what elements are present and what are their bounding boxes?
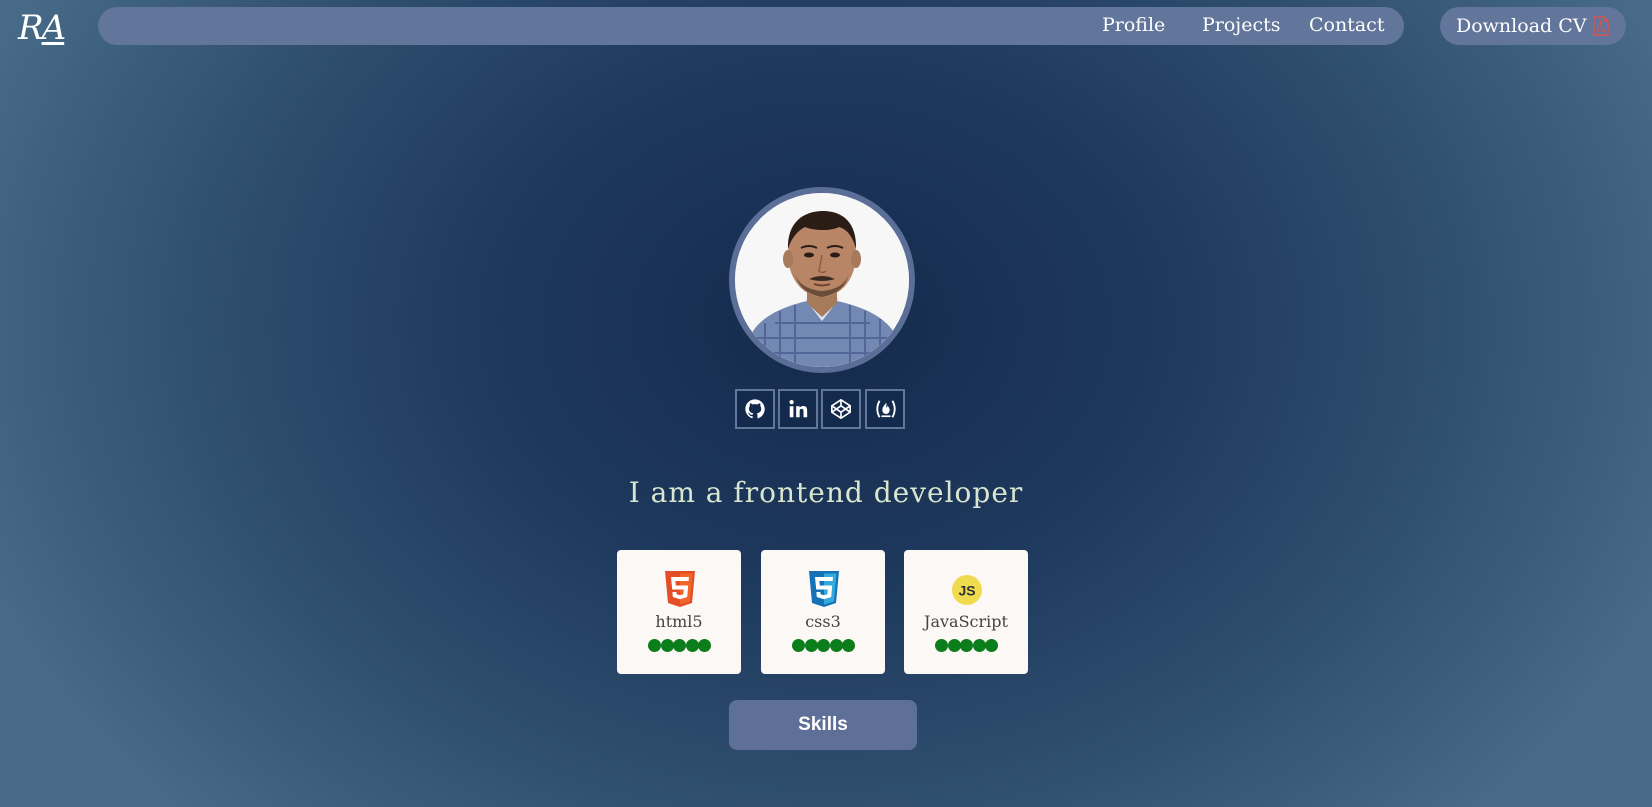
- main-navbar: Profile Projects Contact: [98, 7, 1404, 45]
- rating-dot: [673, 639, 686, 652]
- skill-name: JavaScript: [924, 612, 1008, 631]
- rating-dot: [660, 639, 674, 652]
- skill-rating: [648, 639, 712, 653]
- rating-dot: [685, 639, 699, 652]
- site-logo[interactable]: RA: [18, 6, 67, 50]
- avatar: [735, 193, 909, 367]
- rating-dot: [648, 639, 661, 652]
- nav-link-profile[interactable]: Profile: [1102, 7, 1165, 45]
- nav-link-contact[interactable]: Contact: [1309, 7, 1384, 45]
- logo-letter-a: A: [41, 8, 67, 48]
- rating-dot: [947, 639, 961, 652]
- download-cv-button[interactable]: Download CV: [1440, 7, 1626, 45]
- rating-dot: [985, 639, 998, 652]
- codepen-link[interactable]: [821, 389, 861, 429]
- linkedin-link[interactable]: [778, 389, 818, 429]
- nav-link-projects[interactable]: Projects: [1202, 7, 1280, 45]
- rating-dot: [829, 639, 843, 652]
- css3-icon: [809, 571, 839, 607]
- skill-card-javascript[interactable]: JS JavaScript: [904, 550, 1028, 674]
- skill-rating: [792, 639, 856, 653]
- profile-photo: [735, 193, 909, 367]
- rating-dot: [842, 639, 855, 652]
- html5-icon: [665, 571, 695, 607]
- linkedin-icon: [789, 400, 808, 418]
- skill-rating: [935, 639, 999, 653]
- github-icon: [745, 399, 765, 419]
- codepen-icon: [831, 399, 851, 419]
- pdf-file-icon: [1593, 16, 1609, 36]
- rating-dot: [935, 639, 948, 652]
- skill-card-css3[interactable]: css3: [761, 550, 885, 674]
- skill-name: css3: [805, 612, 841, 631]
- github-link[interactable]: [735, 389, 775, 429]
- rating-dot: [972, 639, 986, 652]
- skill-name: html5: [655, 612, 703, 631]
- avatar-ring: [729, 187, 915, 373]
- rating-dot: [960, 639, 973, 652]
- rating-dot: [817, 639, 830, 652]
- rating-dot: [804, 639, 818, 652]
- logo-letter-r: R: [18, 8, 44, 48]
- download-cv-label: Download CV: [1456, 15, 1587, 37]
- svg-text:JS: JS: [958, 583, 975, 599]
- rating-dot: [792, 639, 805, 652]
- tagline: I am a frontend developer: [628, 476, 1024, 509]
- javascript-icon: JS: [952, 575, 982, 605]
- freecodecamp-icon: [876, 400, 896, 418]
- skills-button[interactable]: Skills: [729, 700, 917, 750]
- freecodecamp-link[interactable]: [865, 389, 905, 429]
- rating-dot: [698, 639, 711, 652]
- skill-card-html5[interactable]: html5: [617, 550, 741, 674]
